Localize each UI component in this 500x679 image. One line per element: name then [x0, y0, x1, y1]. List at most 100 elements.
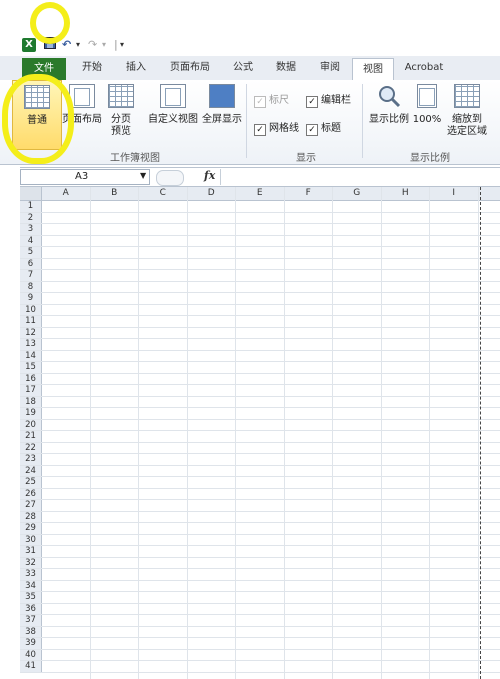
row-header[interactable]: 38 — [20, 626, 42, 637]
gridlines-checkbox[interactable]: ✓ 网格线 — [254, 122, 299, 136]
formula-input[interactable] — [220, 169, 499, 185]
excel-app-icon[interactable]: X — [22, 38, 36, 52]
row-header[interactable]: 16 — [20, 373, 42, 384]
tab-insert[interactable]: 插入 — [118, 56, 154, 80]
row-header[interactable]: 10 — [20, 304, 42, 315]
page-break-preview-icon — [108, 84, 134, 108]
tab-view[interactable]: 视图 — [352, 58, 394, 81]
row-header[interactable]: 7 — [20, 270, 42, 281]
row-header[interactable]: 25 — [20, 477, 42, 488]
row-header[interactable]: 6 — [20, 258, 42, 269]
column-header[interactable]: I — [430, 187, 479, 200]
tab-review[interactable]: 审阅 — [312, 56, 348, 80]
row-header[interactable]: 32 — [20, 557, 42, 568]
row-header[interactable]: 24 — [20, 465, 42, 476]
custom-views-icon — [160, 84, 186, 108]
page-break-line — [480, 187, 481, 679]
undo-icon[interactable]: ↶ — [62, 37, 71, 53]
row-header[interactable]: 5 — [20, 247, 42, 258]
table-row: 34 — [20, 580, 500, 592]
row-header[interactable]: 31 — [20, 546, 42, 557]
row-header[interactable]: 28 — [20, 511, 42, 522]
row-header[interactable]: 8 — [20, 281, 42, 292]
zoom-100-label: 100% — [412, 114, 442, 125]
row-header[interactable]: 14 — [20, 350, 42, 361]
row-header[interactable]: 39 — [20, 638, 42, 649]
tab-home[interactable]: 开始 — [74, 56, 110, 80]
tab-acrobat[interactable]: Acrobat — [398, 56, 450, 80]
row-header[interactable]: 33 — [20, 569, 42, 580]
table-row: 20 — [20, 419, 500, 431]
row-header[interactable]: 22 — [20, 442, 42, 453]
tab-data[interactable]: 数据 — [268, 56, 304, 80]
row-header[interactable]: 37 — [20, 615, 42, 626]
row-header[interactable]: 41 — [20, 661, 42, 672]
magnifier-icon — [377, 84, 401, 108]
zoom-to-selection-button[interactable]: 缩放到 选定区域 — [444, 84, 490, 138]
ribbon-tabs: 文件 开始 插入 页面布局 公式 数据 审阅 视图 Acrobat — [0, 56, 500, 81]
column-header[interactable]: G — [333, 187, 382, 200]
undo-dropdown-icon[interactable]: ▾ — [76, 37, 80, 53]
column-header[interactable]: H — [382, 187, 430, 200]
zoom-button[interactable]: 显示比例 — [366, 84, 412, 126]
row-header[interactable]: 1 — [20, 201, 42, 212]
table-row: 28 — [20, 511, 500, 523]
column-header[interactable]: F — [285, 187, 333, 200]
insert-function-icon[interactable]: fx — [204, 169, 215, 182]
row-header[interactable]: 19 — [20, 408, 42, 419]
column-header[interactable]: C — [139, 187, 188, 200]
table-row: 39 — [20, 638, 500, 650]
table-row: 30 — [20, 534, 500, 546]
table-row: 15 — [20, 362, 500, 374]
zoom-selection-label-1: 缩放到 — [452, 114, 482, 125]
table-row: 38 — [20, 626, 500, 638]
row-header[interactable]: 9 — [20, 293, 42, 304]
row-header[interactable]: 20 — [20, 419, 42, 430]
column-gridline — [332, 187, 333, 679]
column-header[interactable]: E — [236, 187, 285, 200]
row-header[interactable]: 35 — [20, 592, 42, 603]
row-header[interactable]: 29 — [20, 523, 42, 534]
column-header[interactable]: B — [91, 187, 139, 200]
table-row: 40 — [20, 649, 500, 661]
row-header[interactable]: 12 — [20, 327, 42, 338]
formula-bar-checkbox[interactable]: ✓ 编辑栏 — [306, 94, 351, 108]
row-header[interactable]: 27 — [20, 500, 42, 511]
page-break-preview-button[interactable]: 分页 预览 — [104, 84, 138, 138]
row-header[interactable]: 30 — [20, 534, 42, 545]
row-header[interactable]: 26 — [20, 488, 42, 499]
row-header[interactable]: 17 — [20, 385, 42, 396]
row-header[interactable]: 34 — [20, 580, 42, 591]
select-all-corner[interactable] — [20, 187, 42, 200]
zoom-100-button[interactable]: 100% — [412, 84, 442, 126]
custom-views-button[interactable]: 自定义视图 — [146, 84, 200, 126]
tab-page-layout[interactable]: 页面布局 — [162, 56, 218, 80]
column-gridline — [89, 187, 91, 679]
gridlines-label: 网格线 — [269, 123, 299, 134]
redo-dropdown-icon[interactable]: ▾ — [102, 37, 106, 53]
name-box-dropdown-icon[interactable]: ▼ — [140, 169, 146, 183]
worksheet-grid[interactable]: ABCDEFGHI 1 2 3 4 5 6 7 8 9 10 11 12 13 14 15 16 17 18 19 2… — [20, 187, 500, 679]
customize-qat-icon[interactable]: ▾ — [120, 37, 124, 53]
row-header[interactable]: 18 — [20, 396, 42, 407]
row-header[interactable]: 15 — [20, 362, 42, 373]
row-header[interactable]: 13 — [20, 339, 42, 350]
name-box[interactable]: A3 — [20, 169, 150, 185]
column-header[interactable]: D — [188, 187, 236, 200]
table-row: 29 — [20, 523, 500, 535]
full-screen-button[interactable]: 全屏显示 — [200, 84, 244, 126]
row-header[interactable]: 21 — [20, 431, 42, 442]
ruler-checkbox[interactable]: ✓ 标尺 — [254, 94, 289, 108]
column-header[interactable]: A — [42, 187, 91, 200]
row-header[interactable]: 3 — [20, 224, 42, 235]
redo-icon[interactable]: ↷ — [88, 37, 97, 53]
row-header[interactable]: 4 — [20, 235, 42, 246]
row-header[interactable]: 40 — [20, 649, 42, 660]
row-header[interactable]: 11 — [20, 316, 42, 327]
row-header[interactable]: 23 — [20, 454, 42, 465]
row-header[interactable]: 2 — [20, 212, 42, 223]
headings-checkbox[interactable]: ✓ 标题 — [306, 122, 341, 136]
row-header[interactable]: 36 — [20, 603, 42, 614]
table-row: 32 — [20, 557, 500, 569]
tab-formulas[interactable]: 公式 — [226, 56, 260, 80]
